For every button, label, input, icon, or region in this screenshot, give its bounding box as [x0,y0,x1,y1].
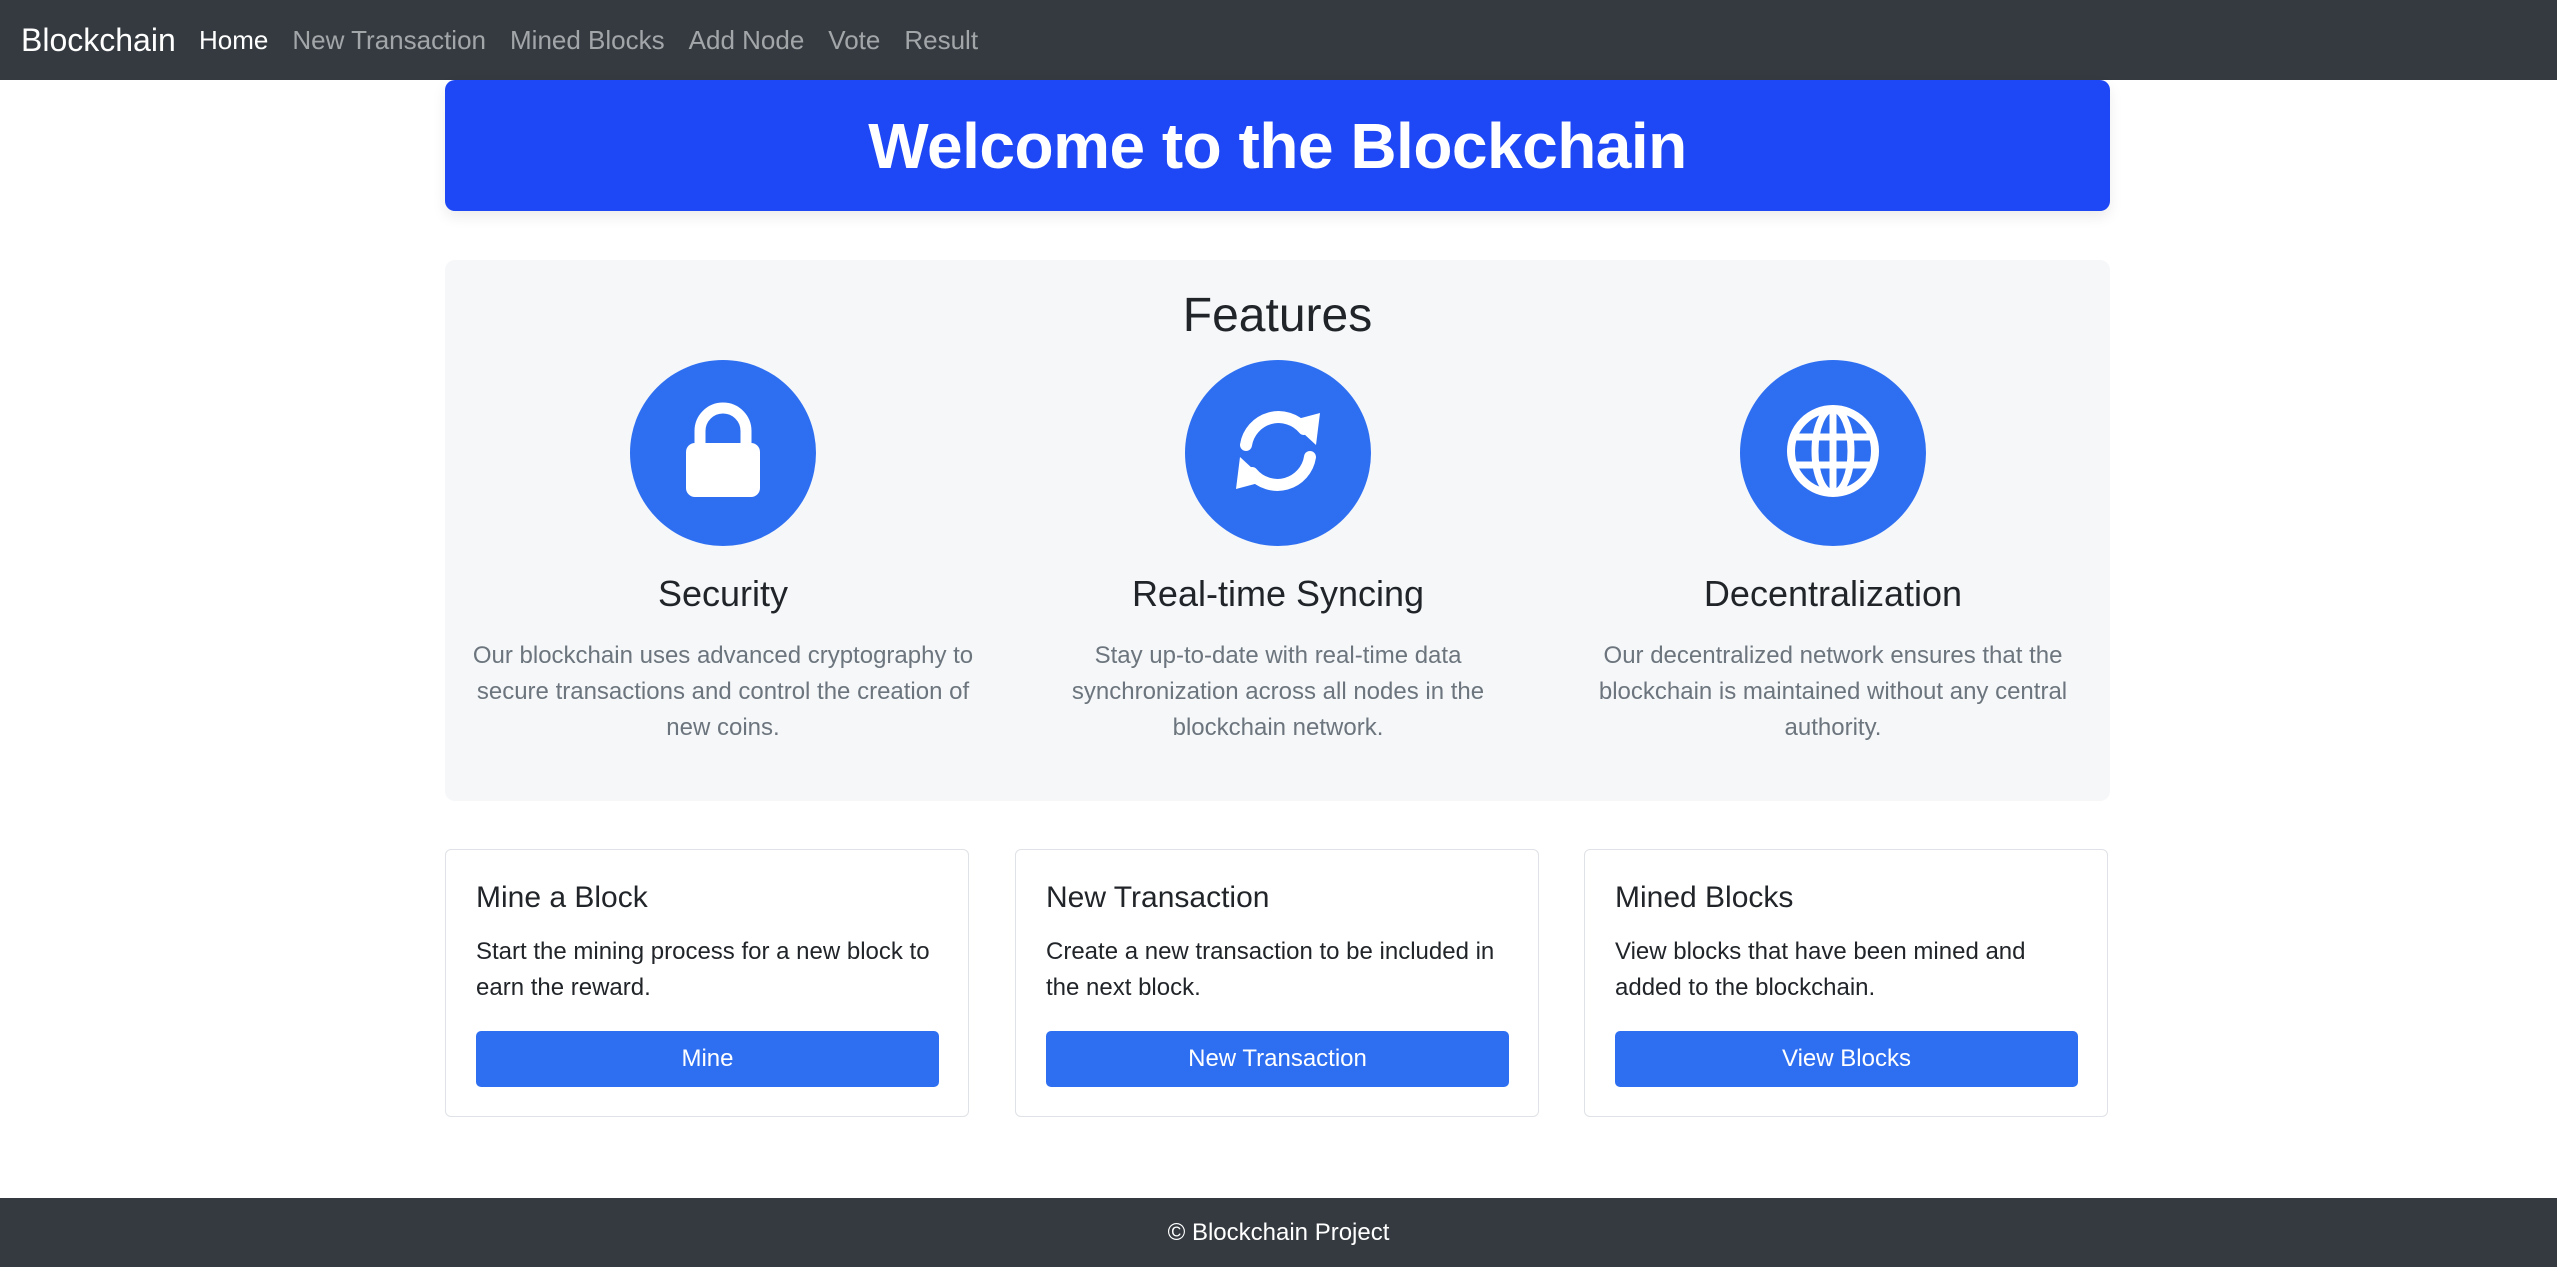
welcome-banner: Welcome to the Blockchain [445,80,2110,211]
feature-description: Stay up-to-date with real-time data sync… [1071,642,1485,741]
top-navbar: Blockchain Home New Transaction Mined Bl… [0,0,2557,80]
feature-title: Real-time Syncing [1131,573,1425,614]
nav-links: Home New Transaction Mined Blocks Add No… [199,20,978,60]
feature-description: Our decentralized network ensures that t… [1598,642,2068,741]
features-section: Features Security Our blockchain uses ad… [445,260,2110,801]
feature-icon-circle [1740,360,1926,546]
feature-security: Security Our blockchain uses advanced cr… [458,360,988,746]
lock-icon [678,401,768,506]
card-text: View blocks that have been mined and add… [1615,938,2026,1001]
sync-icon [1228,401,1328,506]
card-title: Mine a Block [476,881,648,914]
feature-realtime-syncing: Real-time Syncing Stay up-to-date with r… [1013,360,1543,746]
card-mine-block: Mine a Block Start the mining process fo… [445,849,969,1117]
card-text: Create a new transaction to be included … [1046,938,1495,1001]
navbar-brand[interactable]: Blockchain [21,20,176,60]
nav-link-vote[interactable]: Vote [828,20,880,60]
footer-text: © Blockchain Project [1167,1218,1390,1246]
nav-link-home[interactable]: Home [199,20,268,60]
feature-icon-circle [630,360,816,546]
feature-title: Decentralization [1703,573,1963,614]
card-title: New Transaction [1046,881,1270,914]
card-mined-blocks: Mined Blocks View blocks that have been … [1584,849,2108,1117]
mine-button[interactable]: Mine [476,1031,939,1087]
feature-decentralization: Decentralization Our decentralized netwo… [1568,360,2098,746]
nav-link-add-node[interactable]: Add Node [689,20,805,60]
feature-title: Security [657,573,789,614]
nav-link-new-transaction[interactable]: New Transaction [292,20,486,60]
features-heading: Features [1182,289,1373,342]
feature-description: Our blockchain uses advanced cryptograph… [472,642,974,741]
card-new-transaction: New Transaction Create a new transaction… [1015,849,1539,1117]
nav-link-result[interactable]: Result [904,20,978,60]
page-title: Welcome to the Blockchain [868,109,1687,182]
card-title: Mined Blocks [1615,881,1794,914]
globe-icon [1783,401,1883,506]
new-transaction-button[interactable]: New Transaction [1046,1031,1509,1087]
footer: © Blockchain Project [0,1198,2557,1267]
view-blocks-button[interactable]: View Blocks [1615,1031,2078,1087]
nav-link-mined-blocks[interactable]: Mined Blocks [510,20,665,60]
feature-icon-circle [1185,360,1371,546]
card-text: Start the mining process for a new block… [476,938,930,1001]
